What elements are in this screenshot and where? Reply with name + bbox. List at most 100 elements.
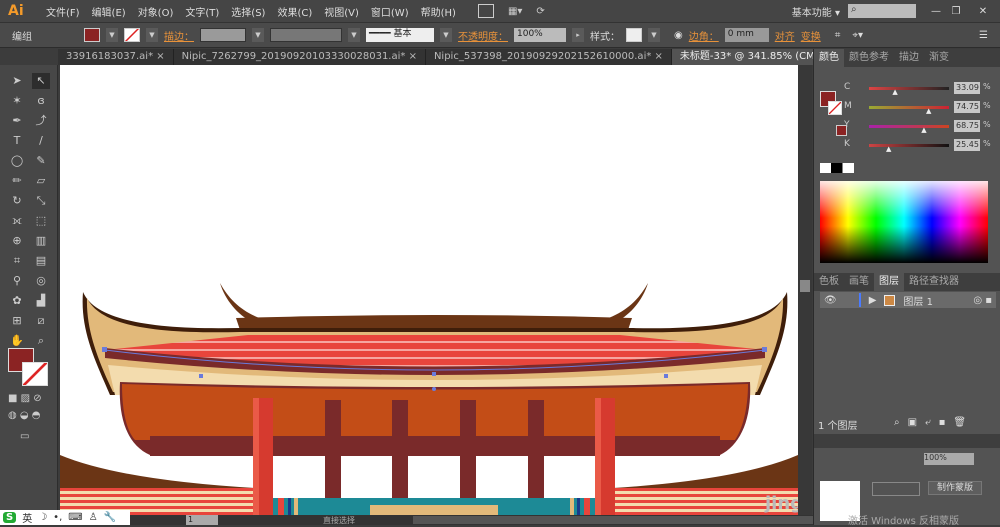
eyedropper-icon[interactable]: ⚲ (8, 273, 26, 289)
stroke-weight-field[interactable] (200, 28, 246, 42)
tab-color-guide[interactable]: 颜色参考 (844, 49, 894, 67)
symbol-sprayer-icon[interactable]: ✿ (8, 293, 26, 309)
screen-mode-icon[interactable]: ▭ (20, 431, 29, 442)
shape-builder-icon[interactable]: ⊕ (8, 233, 26, 249)
tab-pathfinder[interactable]: 路径查找器 (904, 273, 964, 291)
tab-stroke[interactable]: 描边 (894, 49, 924, 67)
panel-menu-icon[interactable]: ☰ (979, 30, 988, 41)
target-icon[interactable]: ◎ ▪ (973, 295, 992, 306)
eraser-tool-icon[interactable]: ▱ (32, 173, 50, 189)
pen-tool-icon[interactable]: ✒ (8, 113, 26, 129)
make-mask-button[interactable]: 制作蒙版 (928, 481, 982, 495)
magic-wand-icon[interactable]: ✶ (8, 93, 26, 109)
tab-doc-2[interactable]: Nipic_7262799_20190920103330028031.ai* × (174, 49, 426, 65)
wrench-icon[interactable]: 🔧 (104, 512, 116, 523)
punctuation-icon[interactable]: •, (53, 512, 62, 523)
expand-triangle-icon[interactable]: ▶ (869, 295, 877, 306)
ime-language[interactable]: 英 (22, 510, 32, 525)
hand-tool-icon[interactable]: ✋ (8, 333, 26, 349)
layer-row[interactable]: 👁 ▶ 图层 1 ◎ ▪ (820, 292, 996, 308)
variable-width-field[interactable] (270, 28, 342, 42)
transform-link[interactable]: 变换 (801, 28, 821, 43)
chevron-right-icon[interactable]: ▸ (572, 28, 584, 42)
fill-swatch[interactable] (84, 28, 100, 42)
close-button[interactable]: ✕ (966, 6, 1000, 17)
search-input[interactable]: ⌕ (848, 4, 916, 18)
none-black-white-swatches[interactable] (820, 163, 854, 173)
slider-y[interactable]: Y 68.75% ▲ (814, 120, 1000, 134)
brush-tool-icon[interactable]: ✎ (32, 153, 50, 169)
tab-doc-3[interactable]: Nipic_537398_20190929202152610000.ai* × (426, 49, 672, 65)
opacity-field[interactable]: 100% (924, 453, 974, 465)
chevron-down-icon[interactable]: ▼ (648, 28, 660, 42)
channel-value[interactable]: 25.45 (954, 139, 980, 151)
slider-c[interactable]: C 33.09% ▲ (814, 82, 1000, 96)
recolor-icon[interactable]: ◉ (674, 30, 683, 41)
tab-layers[interactable]: 图层 (874, 273, 904, 291)
user-icon[interactable]: ♙ (89, 512, 98, 523)
menu-edit[interactable]: 编辑(E) (86, 4, 132, 19)
layer-actions-icons[interactable]: ⌕▣⤶▪🗑 (894, 417, 974, 428)
direct-selection-tool-icon[interactable]: ↖ (32, 73, 50, 89)
free-transform-icon[interactable]: ⬚ (32, 213, 50, 229)
minimize-button[interactable]: — (926, 6, 946, 17)
channel-value[interactable]: 33.09 (954, 82, 980, 94)
horizontal-scrollbar[interactable] (413, 516, 813, 524)
moon-icon[interactable]: ☽ (38, 512, 47, 523)
slider-handle[interactable]: ▲ (886, 145, 891, 153)
scale-tool-icon[interactable]: ⤡ (32, 193, 50, 209)
mesh-tool-icon[interactable]: ⌗ (8, 253, 26, 269)
style-swatch[interactable] (626, 28, 642, 42)
arrange-documents-icon[interactable]: ▦▾ (508, 6, 522, 17)
type-tool-icon[interactable]: T (8, 133, 26, 149)
slider-handle[interactable]: ▲ (892, 88, 897, 96)
corner-label[interactable]: 边角： (689, 28, 719, 43)
align-link[interactable]: 对齐 (775, 28, 795, 43)
stroke-profile-select[interactable]: ━━━━ 基本 (366, 28, 434, 42)
slice-tool-icon[interactable]: ⧄ (32, 313, 50, 329)
width-tool-icon[interactable]: ⟗ (8, 213, 26, 229)
chevron-down-icon[interactable]: ▼ (252, 28, 264, 42)
gradient-tool-icon[interactable]: ▤ (32, 253, 50, 269)
opacity-label[interactable]: 不透明度： (458, 28, 508, 43)
keyboard-icon[interactable]: ⌨ (68, 512, 82, 523)
slider-k[interactable]: K 25.45% ▲ (814, 139, 1000, 153)
chevron-down-icon[interactable]: ▼ (348, 28, 360, 42)
chevron-down-icon[interactable]: ▼ (106, 28, 118, 42)
channel-value[interactable]: 74.75 (954, 101, 980, 113)
slider-m[interactable]: M 74.75% ▲ (814, 101, 1000, 115)
line-tool-icon[interactable]: / (32, 133, 50, 149)
ellipse-tool-icon[interactable]: ◯ (8, 153, 26, 169)
restore-button[interactable]: ❐ (946, 6, 966, 17)
rotate-tool-icon[interactable]: ↻ (8, 193, 26, 209)
corner-field[interactable]: 0 mm (724, 28, 769, 42)
vertical-scrollbar[interactable] (798, 65, 812, 515)
blend-tool-icon[interactable]: ◎ (32, 273, 50, 289)
menu-object[interactable]: 对象(O) (132, 4, 180, 19)
artboard-number-field[interactable]: 1 (186, 515, 218, 525)
menu-window[interactable]: 窗口(W) (365, 4, 415, 19)
sync-icon[interactable]: ⟳ (536, 6, 544, 17)
artboard-canvas[interactable]: jingyan.b (60, 65, 798, 515)
stroke-label[interactable]: 描边： (164, 28, 194, 43)
menu-effect[interactable]: 效果(C) (271, 4, 318, 19)
menu-type[interactable]: 文字(T) (179, 4, 225, 19)
workspace-switcher[interactable]: 基本功能 ▾ (792, 4, 840, 19)
lasso-icon[interactable]: ɞ (32, 93, 50, 109)
bridge-icon[interactable] (477, 4, 494, 18)
slider-handle[interactable]: ▲ (926, 107, 931, 115)
tab-gradient[interactable]: 渐变 (924, 49, 954, 67)
pencil-tool-icon[interactable]: ✏ (8, 173, 26, 189)
menu-view[interactable]: 视图(V) (318, 4, 365, 19)
tab-color[interactable]: 颜色 (814, 49, 844, 67)
select-similar-icon[interactable]: ⌖▾ (852, 30, 863, 41)
artboard-tool-icon[interactable]: ⊞ (8, 313, 26, 329)
color-mode-icons[interactable]: ■ ▨ ⊘ (8, 393, 48, 405)
graph-tool-icon[interactable]: ▟ (32, 293, 50, 309)
channel-value[interactable]: 68.75 (954, 120, 980, 132)
stroke-swatch[interactable] (124, 28, 140, 42)
tab-swatches[interactable]: 色板 (814, 273, 844, 291)
selection-tool-icon[interactable]: ➤ (8, 73, 26, 89)
chevron-down-icon[interactable]: ▼ (146, 28, 158, 42)
perspective-grid-icon[interactable]: ▥ (32, 233, 50, 249)
